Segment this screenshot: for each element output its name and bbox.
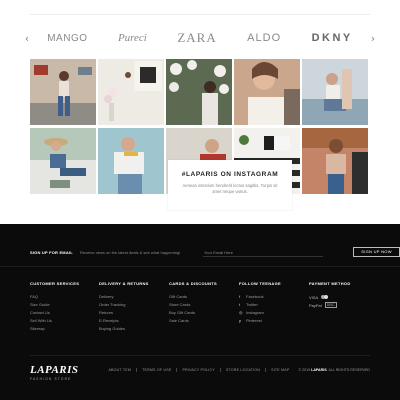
brand-list: MANGO Pureci ZARA ALDO DKNY xyxy=(32,30,368,46)
privacy-link[interactable]: PRIVACY POLICY xyxy=(182,368,214,372)
customer-services-column: CUSTOMER SERVICES FAQ Size Guide Contact… xyxy=(30,281,100,333)
divider xyxy=(0,266,400,267)
copyright-year: © 2019 xyxy=(298,368,311,372)
footer-link[interactable]: Sitemap xyxy=(30,325,100,333)
instagram-photo[interactable] xyxy=(30,59,96,125)
footer-link[interactable]: Gift Cards xyxy=(169,293,239,301)
payment-methods-row: PayPal DISC xyxy=(309,301,379,309)
site-logo[interactable]: LAPARIS FASHION STORE xyxy=(30,364,79,381)
visa-logo: VISA xyxy=(309,294,319,300)
instagram-photo[interactable] xyxy=(98,128,164,194)
instagram-description: Aenean interdum hendrerit lectus sagitti… xyxy=(182,183,278,194)
footer-link[interactable]: FAQ xyxy=(30,293,100,301)
footer-link[interactable]: Contact Us xyxy=(30,309,100,317)
follow-column: FOLLOW TEENAGE f Facebook t Twitter ◎ Insta… xyxy=(239,281,309,325)
store-location-link[interactable]: STORE LOCATION xyxy=(226,368,260,372)
link-separator xyxy=(219,368,221,372)
instagram-icon: ◎ xyxy=(239,310,243,315)
payment-column: PAYMENT METHOD VISA PayPal DISC xyxy=(309,281,379,309)
brand-logo-pureci[interactable]: Pureci xyxy=(118,32,147,44)
column-heading: DELIVERY & RETURNS xyxy=(99,281,149,286)
divider xyxy=(30,355,370,356)
instagram-photo[interactable] xyxy=(98,59,164,125)
link-separator xyxy=(176,368,178,372)
social-link-instagram[interactable]: ◎ Instagram xyxy=(239,309,309,317)
newsletter-signup: SIGN UP FOR EMAIL Receive news on the la… xyxy=(30,247,400,257)
brand-logo-mango[interactable]: MANGO xyxy=(47,33,87,44)
social-label: Instagram xyxy=(246,310,264,315)
brand-carousel: ‹ MANGO Pureci ZARA ALDO DKNY › xyxy=(22,27,378,49)
chevron-right-icon[interactable]: › xyxy=(368,32,378,45)
email-field[interactable]: Your Email Here xyxy=(203,247,323,257)
column-heading: CUSTOMER SERVICES xyxy=(30,281,80,286)
brand-logo-zara[interactable]: ZARA xyxy=(177,30,216,46)
copyright-brand: LAPARIS xyxy=(311,368,327,372)
copyright-text: © 2019 LAPARIS. ALL RIGHTS RESERVED xyxy=(298,368,370,372)
instagram-photo[interactable] xyxy=(166,59,232,125)
twitter-icon: t xyxy=(239,302,241,307)
footer-link[interactable]: Size Guide xyxy=(30,301,100,309)
instagram-title: #LAPARIS ON INSTAGRAM xyxy=(181,171,279,178)
brand-logo-aldo[interactable]: ALDO xyxy=(247,32,281,44)
column-heading: CARDS & DISCOUNTS xyxy=(169,281,217,286)
page: ‹ MANGO Pureci ZARA ALDO DKNY › #LAPARIS… xyxy=(0,0,400,400)
logo-tagline: FASHION STORE xyxy=(30,377,72,381)
footer-link[interactable]: Order Tracking xyxy=(99,301,169,309)
instagram-photo[interactable] xyxy=(302,128,368,194)
brand-logo-dkny[interactable]: DKNY xyxy=(312,32,353,44)
logo-wordmark: LAPARIS xyxy=(30,364,79,376)
footer-link[interactable]: Store Cards xyxy=(169,301,239,309)
column-heading: PAYMENT METHOD xyxy=(309,281,351,286)
divider xyxy=(30,14,370,15)
footer-link[interactable]: Buying Guides xyxy=(99,325,169,333)
footer-link[interactable]: Delivery xyxy=(99,293,169,301)
email-placeholder: Your Email Here xyxy=(204,250,233,255)
payment-methods-row: VISA xyxy=(309,293,379,301)
sitemap-link[interactable]: SITE MAP xyxy=(271,368,289,372)
content-section: ‹ MANGO Pureci ZARA ALDO DKNY › #LAPARIS… xyxy=(0,0,400,224)
footer-link[interactable]: Returns xyxy=(99,309,169,317)
pinterest-icon: p xyxy=(239,318,242,323)
cards-discounts-column: CARDS & DISCOUNTS Gift Cards Store Cards… xyxy=(169,281,239,325)
paypal-logo: PayPal xyxy=(309,302,322,308)
social-link-facebook[interactable]: f Facebook xyxy=(239,293,309,301)
link-separator xyxy=(265,368,267,372)
social-label: Twitter xyxy=(246,302,258,307)
terms-link[interactable]: TERMS OF USE xyxy=(142,368,171,372)
signup-label: SIGN UP FOR EMAIL xyxy=(30,250,73,255)
mastercard-icon xyxy=(321,295,329,299)
column-heading: FOLLOW TEENAGE xyxy=(239,281,281,286)
copyright-suffix: ALL RIGHTS RESERVED xyxy=(328,368,370,372)
instagram-grid: #LAPARIS ON INSTAGRAM Aenean interdum he… xyxy=(30,59,369,210)
discover-logo: DISC xyxy=(324,302,337,308)
signup-description: Receive news on the latest deals & see w… xyxy=(80,250,181,255)
footer-link[interactable]: E-Receipts xyxy=(99,317,169,325)
footer-link[interactable]: Buy Gift Cards xyxy=(169,309,239,317)
facebook-icon: f xyxy=(239,294,241,299)
delivery-returns-column: DELIVERY & RETURNS Delivery Order Tracki… xyxy=(99,281,169,333)
instagram-photo[interactable] xyxy=(30,128,96,194)
sign-up-button[interactable]: SIGN UP NOW xyxy=(353,247,400,257)
footer: SIGN UP FOR EMAIL Receive news on the la… xyxy=(0,224,400,400)
footer-link[interactable]: Sale Cards xyxy=(169,317,239,325)
about-link[interactable]: ABOUT TEM xyxy=(108,368,131,372)
chevron-left-icon[interactable]: ‹ xyxy=(22,32,32,45)
footer-bottom-links: ABOUT TEM TERMS OF USE PRIVACY POLICY ST… xyxy=(108,368,370,372)
social-link-pinterest[interactable]: p Pinterest xyxy=(239,317,309,325)
instagram-photo[interactable] xyxy=(234,59,300,125)
social-link-twitter[interactable]: t Twitter xyxy=(239,301,309,309)
instagram-caption-box[interactable]: #LAPARIS ON INSTAGRAM Aenean interdum he… xyxy=(168,160,292,210)
social-label: Pinterest xyxy=(246,318,262,323)
footer-link[interactable]: Sell With Us xyxy=(30,317,100,325)
instagram-photo[interactable] xyxy=(302,59,368,125)
social-label: Facebook xyxy=(246,294,264,299)
link-separator xyxy=(136,368,138,372)
